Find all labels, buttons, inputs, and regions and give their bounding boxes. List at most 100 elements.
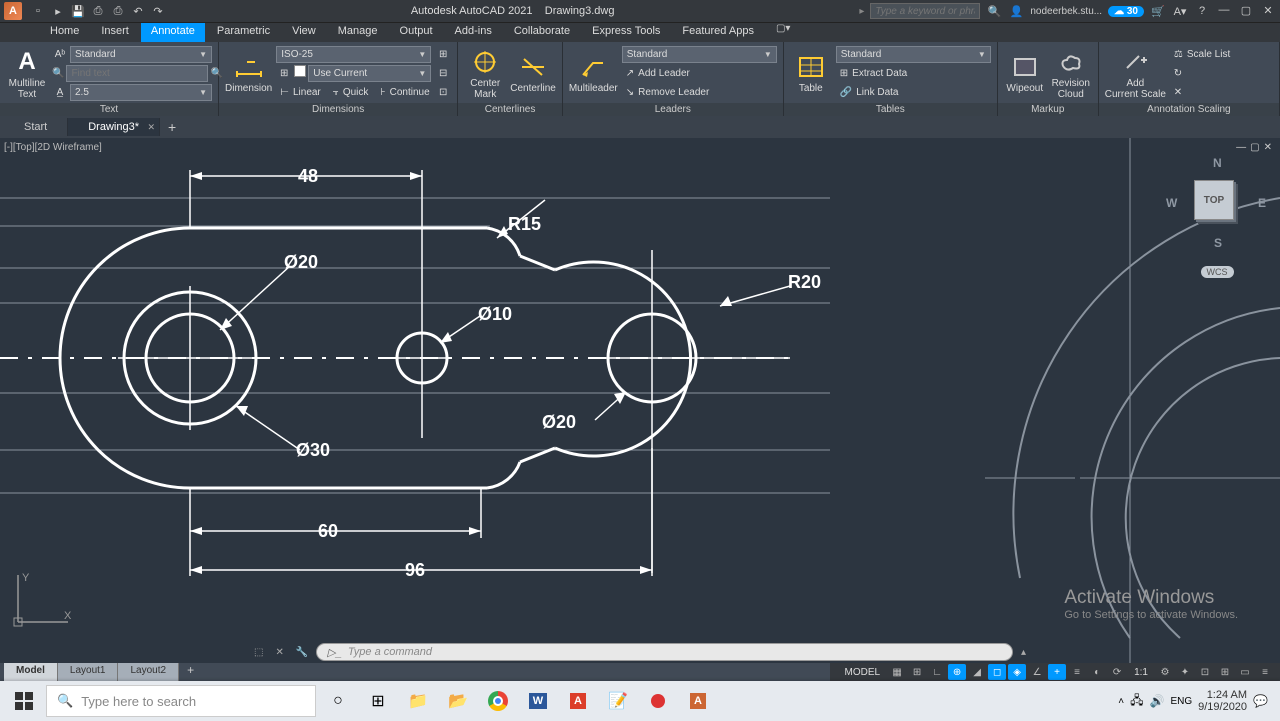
add-current-scale-button[interactable]: Add Current Scale — [1105, 48, 1166, 100]
dim-style-combo[interactable]: ISO-25▼ — [276, 46, 431, 63]
text-style-combo[interactable]: Standard▼ — [70, 46, 212, 63]
status-transparency-icon[interactable]: ◐ — [1088, 664, 1106, 680]
multileader-button[interactable]: Multileader — [569, 53, 618, 94]
table-button[interactable]: Table — [790, 53, 832, 94]
command-input[interactable]: ▷_ Type a command — [316, 643, 1013, 661]
status-scale-label[interactable]: 1:1 — [1128, 667, 1154, 678]
status-cycling-icon[interactable]: ⟳ — [1108, 664, 1126, 680]
taskbar-search-input[interactable]: 🔍 Type here to search — [46, 685, 316, 717]
tab-expresstools[interactable]: Express Tools — [582, 23, 670, 42]
continue-button[interactable]: ⊦ Continue — [376, 84, 433, 101]
start-button[interactable] — [6, 685, 42, 717]
task-notepad-icon[interactable]: 📝 — [600, 685, 636, 717]
app-logo-icon[interactable]: A — [4, 2, 22, 20]
user-icon[interactable]: 👤 — [1008, 3, 1024, 19]
status-polar-icon[interactable]: ⊕ — [948, 664, 966, 680]
task-pdf-icon[interactable]: A — [560, 685, 596, 717]
remove-leader-button[interactable]: ↘ Remove Leader — [622, 84, 777, 101]
undo-icon[interactable]: ↶ — [130, 3, 146, 19]
tray-notifications-icon[interactable]: 💬 — [1253, 694, 1268, 708]
maximize-button[interactable]: ▢ — [1238, 4, 1254, 18]
close-button[interactable]: ✕ — [1260, 4, 1276, 18]
compass-e[interactable]: E — [1258, 196, 1266, 210]
task-taskview-icon[interactable]: ⊞ — [360, 685, 396, 717]
tab-home[interactable]: Home — [40, 23, 89, 42]
tab-manage[interactable]: Manage — [328, 23, 388, 42]
new-icon[interactable]: ▫ — [30, 3, 46, 19]
status-model-label[interactable]: MODEL — [839, 667, 887, 678]
panel-text-label[interactable]: Text — [0, 103, 218, 116]
dim-tool2-icon[interactable]: ⊟ — [435, 65, 451, 82]
tab-view[interactable]: View — [282, 23, 326, 42]
view-cube-top[interactable]: TOP — [1194, 180, 1234, 220]
status-workspace-icon[interactable]: ⊡ — [1196, 664, 1214, 680]
add-leader-button[interactable]: ↗ Add Leader — [622, 65, 777, 82]
apps-icon[interactable]: A▾ — [1172, 3, 1188, 19]
task-chrome-icon[interactable] — [480, 685, 516, 717]
plot-icon[interactable]: ⎙ — [110, 3, 126, 19]
cloud-badge[interactable]: ☁ 30 — [1108, 6, 1144, 17]
cmd-recent-icon[interactable]: ⬚ — [250, 647, 267, 658]
status-osnap-icon[interactable]: ◻ — [988, 664, 1006, 680]
compass-w[interactable]: W — [1166, 196, 1177, 210]
open-icon[interactable]: ▸ — [50, 3, 66, 19]
revcloud-button[interactable]: Revision Cloud — [1050, 48, 1092, 100]
file-tab-drawing[interactable]: Drawing3* ✕ — [68, 118, 160, 136]
status-monitor-icon[interactable]: ⊞ — [1216, 664, 1234, 680]
tray-clock[interactable]: 1:24 AM 9/19/2020 — [1198, 689, 1247, 713]
redo-icon[interactable]: ↷ — [150, 3, 166, 19]
tab-annotate[interactable]: Annotate — [141, 23, 205, 42]
tab-output[interactable]: Output — [390, 23, 443, 42]
status-clean-icon[interactable]: ▭ — [1236, 664, 1254, 680]
user-name-label[interactable]: nodeerbek.stu... — [1030, 6, 1102, 17]
table-style-combo[interactable]: Standard▼ — [836, 46, 991, 63]
saveas-icon[interactable]: ⎙ — [90, 3, 106, 19]
drawing-canvas[interactable]: 48 60 96 Ø20 Ø30 — [0, 138, 1280, 663]
leader-style-combo[interactable]: Standard▼ — [622, 46, 777, 63]
dim-tool1-icon[interactable]: ⊞ — [435, 46, 451, 63]
compass-s[interactable]: S — [1214, 236, 1222, 250]
tab-parametric[interactable]: Parametric — [207, 23, 280, 42]
wipeout-button[interactable]: Wipeout — [1004, 53, 1046, 94]
panel-tables-label[interactable]: Tables — [784, 103, 997, 116]
status-iso-icon[interactable]: ◢ — [968, 664, 986, 680]
multiline-text-button[interactable]: A Multiline Text — [6, 48, 48, 100]
tab-overflow-icon[interactable]: ▢▾ — [776, 23, 790, 42]
text-height-combo[interactable]: 2.5▼ — [70, 84, 212, 101]
status-dyn-icon[interactable]: + — [1048, 664, 1066, 680]
task-explorer-icon[interactable]: 📁 — [400, 685, 436, 717]
dimension-button[interactable]: Dimension — [225, 53, 272, 94]
tab-featuredapps[interactable]: Featured Apps — [672, 23, 764, 42]
tray-up-icon[interactable]: ˄ — [1118, 696, 1124, 707]
save-icon[interactable]: 💾 — [70, 3, 86, 19]
status-snapmode-icon[interactable]: ⊞ — [908, 664, 926, 680]
link-data-button[interactable]: 🔗 Link Data — [836, 84, 991, 101]
help-icon[interactable]: ? — [1194, 3, 1210, 19]
center-mark-button[interactable]: Center Mark — [464, 48, 506, 100]
help-search-input[interactable] — [870, 3, 980, 19]
status-anno-icon[interactable]: ✦ — [1176, 664, 1194, 680]
status-gear-icon[interactable]: ⚙ — [1156, 664, 1174, 680]
task-record-icon[interactable] — [640, 685, 676, 717]
tab-addins[interactable]: Add-ins — [445, 23, 502, 42]
layout-tab-layout1[interactable]: Layout1 — [58, 663, 119, 681]
file-tab-start[interactable]: Start — [4, 118, 68, 136]
status-3dosnap-icon[interactable]: ◈ — [1008, 664, 1026, 680]
viewport[interactable]: [-][Top][2D Wireframe] — ▢ ✕ — [0, 138, 1280, 663]
ucs-icon[interactable]: X Y — [8, 567, 78, 637]
layout-tab-model[interactable]: Model — [4, 663, 58, 681]
file-tab-add-button[interactable]: + — [160, 119, 184, 135]
dim-layer-combo[interactable]: Use Current▼ — [308, 65, 431, 82]
tray-lang-icon[interactable]: ENG — [1170, 696, 1192, 707]
tab-insert[interactable]: Insert — [91, 23, 139, 42]
scale-list-button[interactable]: ⚖ Scale List — [1170, 46, 1234, 63]
find-text-input[interactable] — [66, 65, 208, 82]
compass-n[interactable]: N — [1213, 156, 1222, 170]
extract-data-button[interactable]: ⊞ Extract Data — [836, 65, 991, 82]
panel-leaders-label[interactable]: Leaders — [563, 103, 783, 116]
wcs-badge[interactable]: WCS — [1201, 266, 1234, 278]
cart-icon[interactable]: 🛒 — [1150, 3, 1166, 19]
cmd-close-icon[interactable]: ✕ — [271, 647, 287, 658]
status-lineweight-icon[interactable]: ≡ — [1068, 664, 1086, 680]
minimize-button[interactable]: — — [1216, 4, 1232, 18]
